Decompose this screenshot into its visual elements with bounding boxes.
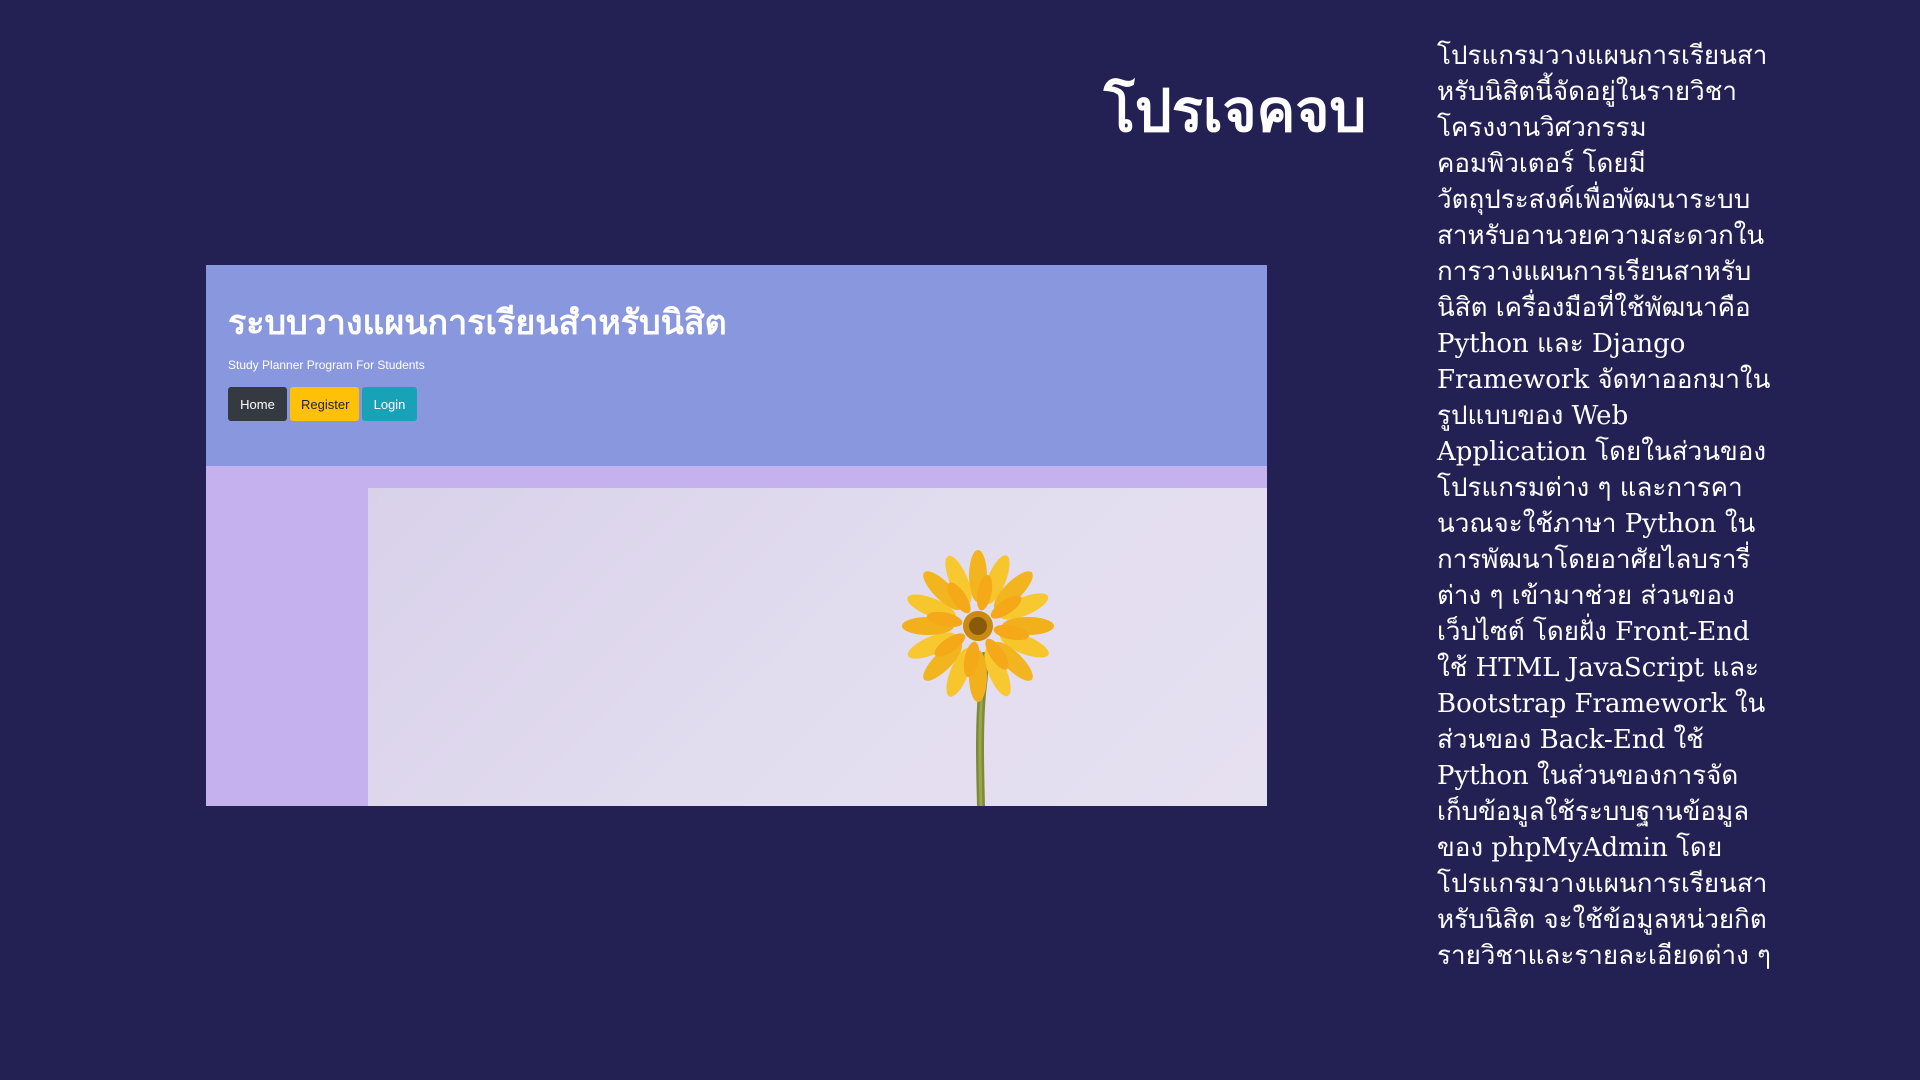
description-line: การวางแผนการเรียนสาหรับ (1437, 257, 1752, 287)
description-line: สาหรับอานวยความสะดวกใน (1437, 221, 1765, 251)
app-screenshot: ระบบวางแผนการเรียนสำหรับนิสิต Study Plan… (206, 265, 1267, 806)
description-line: โปรแกรมวางแผนการเรียนสา (1437, 41, 1768, 71)
description-line: โปรแกรมต่าง ๆ และการคา (1437, 473, 1743, 503)
description-line: โปรแกรมวางแผนการเรียนสา (1437, 869, 1768, 899)
description-line: เก็บข้อมูลใช้ระบบฐานข้อมูล (1437, 797, 1750, 827)
description-line: Framework จัดทาออกมาใน (1437, 365, 1771, 395)
description-line: นิสิต เครื่องมือที่ใช้พัฒนาคือ (1437, 293, 1751, 323)
site-header: ระบบวางแผนการเรียนสำหรับนิสิต Study Plan… (206, 265, 1267, 466)
description-line: หรับนิสิต จะใช้ข้อมูลหน่วยกิต (1437, 905, 1767, 935)
site-subtitle: Study Planner Program For Students (228, 358, 425, 372)
description-line: Application โดยในส่วนของ (1437, 437, 1767, 467)
register-button[interactable]: Register (290, 387, 359, 421)
login-button[interactable]: Login (362, 387, 417, 421)
description-line: ใช้ HTML JavaScript และ (1437, 653, 1760, 683)
description-line: Bootstrap Framework ใน (1437, 689, 1766, 719)
project-description: โปรแกรมวางแผนการเรียนสา หรับนิสิตนี้จัดอ… (1437, 38, 1787, 974)
description-line: หรับนิสิตนี้จัดอยู่ในรายวิชา (1437, 77, 1737, 107)
description-line: การพัฒนาโดยอาศัยไลบรารี่ (1437, 545, 1751, 575)
site-title: ระบบวางแผนการเรียนสำหรับนิสิต (228, 303, 727, 343)
nav-bar: Home Register Login (228, 387, 417, 421)
home-button[interactable]: Home (228, 387, 287, 421)
description-line: โครงงานวิศวกรรม (1437, 113, 1647, 143)
flower-image (902, 550, 1054, 806)
description-line: Python ในส่วนของการจัด (1437, 761, 1739, 791)
description-line: รูปแบบของ Web (1437, 401, 1629, 431)
description-line: ของ phpMyAdmin โดย (1437, 833, 1723, 863)
slide-title: โปรเจคจบ (1103, 77, 1367, 145)
description-line: รายวิชาและรายละเอียดต่าง ๆ (1437, 941, 1772, 971)
description-line: นวณจะใช้ภาษา Python ใน (1437, 509, 1756, 539)
description-line: วัตถุประสงค์เพื่อพัฒนาระบบ (1437, 185, 1751, 215)
hero-image (368, 488, 1267, 806)
description-line: ส่วนของ Back-End ใช้ (1437, 725, 1704, 755)
description-line: เว็บไซต์ โดยฝั่ง Front-End (1437, 617, 1750, 647)
description-line: Python และ Django (1437, 329, 1686, 359)
description-line: คอมพิวเตอร์ โดยมี (1437, 149, 1646, 179)
description-line: ต่าง ๆ เข้ามาช่วย ส่วนของ (1437, 581, 1735, 611)
